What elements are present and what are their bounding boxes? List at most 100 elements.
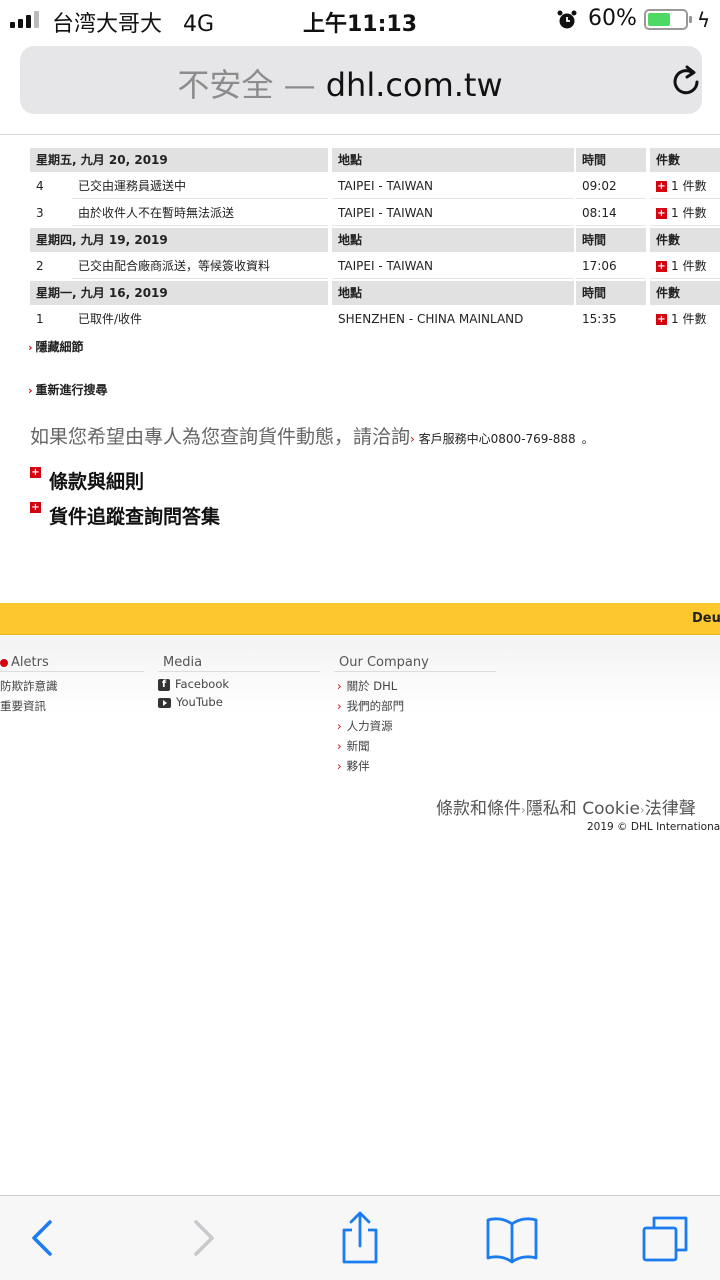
footer-link-facebook[interactable]: f Facebook (158, 674, 320, 694)
footer-link-fraud[interactable]: 防欺詐意識 (0, 676, 144, 696)
expand-plus-icon[interactable]: + (656, 314, 667, 325)
help-end: 。 (581, 432, 594, 446)
charging-icon: ϟ (697, 8, 711, 32)
careers-label: 人力資源 (346, 719, 393, 733)
time-header: 時間 (576, 281, 646, 305)
hide-details-label: 隱藏細節 (35, 340, 84, 354)
new-search-link[interactable]: › 重新進行搜尋 (28, 379, 108, 398)
faq-link[interactable]: + 貨件追蹤查詢問答集 (30, 502, 220, 529)
legal-links: 條款和條件›隱私和 Cookie›法律聲 (436, 794, 696, 819)
event-number: 4 (36, 179, 44, 193)
footer-link-partners[interactable]: › 夥伴 (334, 756, 496, 776)
chevron-right-icon: › (28, 384, 33, 397)
expand-plus-icon[interactable]: + (656, 261, 667, 272)
forward-icon[interactable] (172, 1210, 232, 1266)
tracking-event-row: 1 已取件/收件 SHENZHEN - CHINA MAINLAND 15:35… (30, 307, 720, 332)
tracking-date-header: 星期五, 九月 20, 2019 地點 時間 件數 (30, 148, 720, 172)
legal-link-terms[interactable]: 條款和條件 (436, 799, 521, 819)
tabs-icon[interactable] (636, 1210, 696, 1266)
insecure-label: 不安全 (177, 66, 274, 104)
date-header: 星期五, 九月 20, 2019 (30, 148, 328, 172)
expand-plus-icon[interactable]: + (656, 181, 667, 192)
footer-alerts-column: Aletrs 防欺詐意識 重要資訊 (0, 654, 144, 716)
event-location: TAIPEI - TAIWAN (332, 254, 574, 279)
news-label: 新聞 (346, 739, 370, 753)
event-time: 09:02 (576, 174, 646, 199)
footer-link-important[interactable]: 重要資訊 (0, 696, 144, 716)
plus-icon: + (30, 467, 41, 478)
chevron-right-icon: › (28, 341, 33, 354)
event-number: 1 (36, 312, 44, 326)
time-header: 時間 (576, 228, 646, 252)
about-label: 關於 DHL (346, 679, 398, 693)
footer-link-careers[interactable]: › 人力資源 (334, 716, 496, 736)
event-qty[interactable]: +1 件數 (650, 307, 720, 332)
reload-icon[interactable] (668, 63, 704, 99)
facebook-label: Facebook (175, 677, 230, 691)
chevron-right-icon: › (337, 679, 342, 693)
time-header: 時間 (576, 148, 646, 172)
new-search-label: 重新進行搜尋 (35, 383, 108, 397)
chevron-right-icon: › (410, 432, 415, 446)
event-description: 已交由配合廠商派送，等候簽收資料 (72, 254, 328, 279)
event-number: 3 (36, 206, 44, 220)
event-qty-label: 1 件數 (671, 312, 707, 326)
footer-media-column: Media f Facebook YouTube (158, 654, 320, 712)
event-time: 15:35 (582, 312, 617, 326)
event-qty[interactable]: +1 件數 (650, 174, 720, 199)
youtube-label: YouTube (176, 695, 223, 709)
tracking-table: 星期五, 九月 20, 2019 地點 時間 件數 4 已交由運務員遞送中 TA… (30, 148, 720, 334)
customer-service-label: 客戶服務中心0800-769-888 (418, 432, 576, 446)
back-icon[interactable] (12, 1210, 72, 1266)
chevron-right-icon: › (337, 739, 342, 753)
event-location: TAIPEI - TAIWAN (332, 201, 574, 226)
event-description: 由於收件人不在暫時無法派送 (72, 201, 328, 226)
footer-link-news[interactable]: › 新聞 (334, 736, 496, 756)
url-display[interactable]: 不安全 — dhl.com.tw (20, 60, 660, 106)
tracking-date-header: 星期四, 九月 19, 2019 地點 時間 件數 (30, 228, 720, 252)
footer-link-divisions[interactable]: › 我們的部門 (334, 696, 496, 716)
battery-icon (644, 9, 692, 30)
expand-plus-icon[interactable]: + (656, 208, 667, 219)
event-qty[interactable]: +1 件數 (650, 254, 720, 279)
brand-band-text: Deut (692, 611, 720, 626)
facebook-icon: f (158, 678, 170, 691)
event-qty[interactable]: +1 件數 (650, 201, 720, 226)
tracking-event-row: 4 已交由運務員遞送中 TAIPEI - TAIWAN 09:02 +1 件數 (30, 174, 720, 199)
page-top-divider (0, 134, 720, 135)
url-separator: — (283, 66, 316, 104)
status-bar: 台湾大哥大 4G 上午11:13 60% ϟ (0, 0, 720, 40)
event-location: SHENZHEN - CHINA MAINLAND (338, 312, 524, 326)
terms-label: 條款與細則 (49, 471, 145, 493)
qty-header: 件數 (650, 281, 720, 305)
footer-link-youtube[interactable]: YouTube (158, 692, 320, 712)
bookmarks-icon[interactable] (482, 1210, 542, 1266)
youtube-icon (158, 697, 171, 708)
battery-percentage: 60% (588, 6, 637, 31)
address-bar[interactable]: 不安全 — dhl.com.tw (20, 46, 702, 114)
legal-link-legal[interactable]: 法律聲 (645, 799, 696, 819)
alarm-icon (557, 10, 577, 29)
event-qty-label: 1 件數 (671, 259, 707, 273)
help-message: 如果您希望由專人為您查詢貨件動態，請洽詢 (30, 426, 411, 448)
date-header: 星期四, 九月 19, 2019 (30, 228, 328, 252)
event-time: 17:06 (576, 254, 646, 279)
legal-link-privacy[interactable]: 隱私和 Cookie (526, 799, 640, 819)
hide-details-link[interactable]: › 隱藏細節 (28, 336, 84, 355)
footer-brand-band: Deut (0, 603, 720, 635)
alert-icon (0, 658, 8, 667)
event-location: TAIPEI - TAIWAN (332, 174, 574, 199)
footer-company-heading: Our Company (334, 654, 496, 672)
customer-service-link[interactable]: › 客戶服務中心0800-769-888 (410, 432, 576, 446)
terms-link[interactable]: + 條款與細則 (30, 467, 144, 494)
event-time: 08:14 (576, 201, 646, 226)
footer-link-about[interactable]: › 關於 DHL (334, 676, 496, 696)
partners-label: 夥伴 (346, 759, 370, 773)
share-icon[interactable] (330, 1210, 390, 1266)
copyright-text: 2019 © DHL International G (587, 821, 720, 833)
event-description: 已取件/收件 (78, 312, 143, 326)
alerts-heading-label: Aletrs (11, 655, 49, 670)
chevron-right-icon: › (337, 759, 342, 773)
divisions-label: 我們的部門 (346, 699, 405, 713)
event-qty-label: 1 件數 (671, 206, 707, 220)
